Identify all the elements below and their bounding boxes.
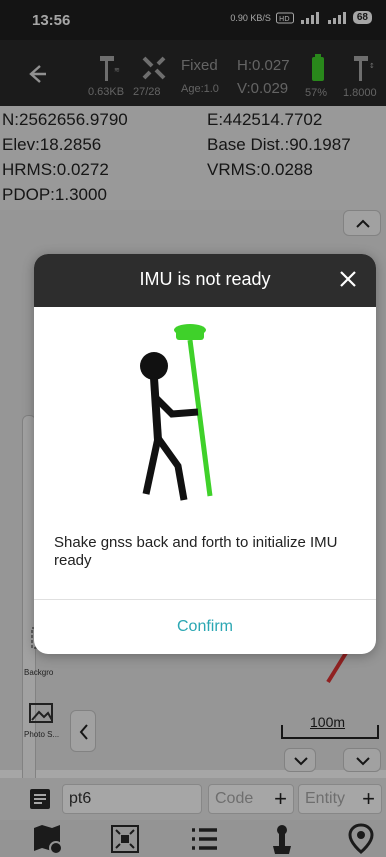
close-icon[interactable] bbox=[334, 265, 362, 293]
imu-dialog: IMU is not ready Shake gnss back and for… bbox=[34, 254, 376, 654]
dialog-header: IMU is not ready bbox=[34, 254, 376, 307]
confirm-button[interactable]: Confirm bbox=[34, 600, 376, 654]
shake-gnss-illustration bbox=[140, 324, 213, 501]
dialog-title: IMU is not ready bbox=[139, 269, 271, 289]
dialog-message: Shake gnss back and forth to initialize … bbox=[54, 534, 338, 569]
